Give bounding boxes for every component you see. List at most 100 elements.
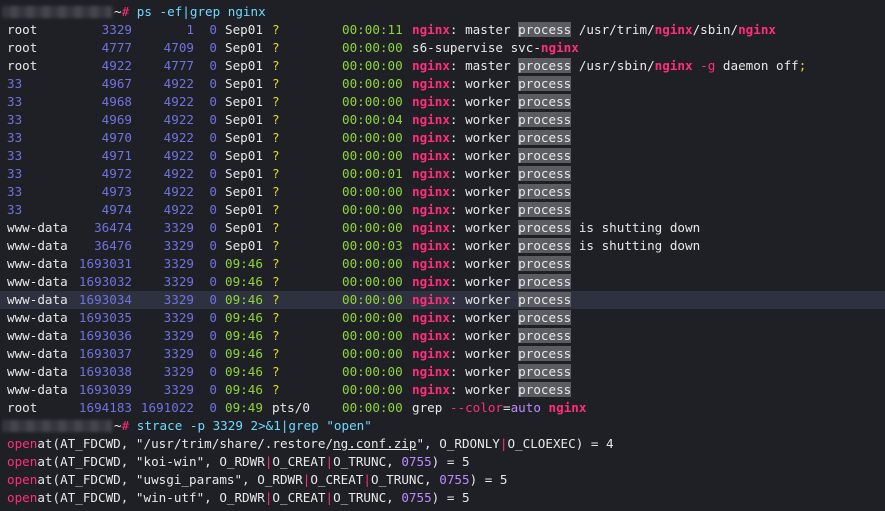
command-segment: process (518, 292, 572, 307)
process-cpu-time: 00:00:00 (342, 220, 403, 235)
process-command: nginx: worker process (412, 363, 572, 381)
process-command: nginx: master process /usr/trim/nginx/sb… (412, 21, 776, 39)
process-user: www-data (7, 238, 68, 253)
process-row[interactable]: root 4922 4777 0 Sep01? 00:00:00 nginx: master… (0, 57, 885, 75)
process-start-time: Sep01 (225, 40, 263, 55)
command-segment: nginx (412, 112, 450, 127)
process-ppid: 1 (186, 22, 194, 37)
redacted-hostname (2, 420, 112, 432)
prompt-line-ps: ~# ps -ef|grep nginx (0, 3, 885, 21)
process-command: nginx: worker process (412, 273, 572, 291)
syscall-segment: 0755 (401, 454, 432, 469)
process-row[interactable]: root 3329 1 0 Sep01? 00:00:11 nginx: master pr… (0, 21, 885, 39)
process-row[interactable]: www-data 1693031 3329 0 09:46? 00:00:00 nginx:… (0, 255, 885, 273)
process-cpu-time: 00:00:00 (342, 292, 403, 307)
syscall-segment: | (325, 454, 334, 469)
command-segment: nginx (412, 346, 450, 361)
process-ppid: 4922 (163, 94, 194, 109)
process-tty: ? (272, 364, 280, 379)
syscall-segment: | (363, 472, 371, 487)
process-row[interactable]: 33 4971 4922 0 Sep01? 00:00:00 nginx: worker p… (0, 147, 885, 165)
prompt-line-strace: ~# strace -p 3329 2>&1|grep "open" (0, 417, 885, 435)
process-row[interactable]: root 4777 4709 0 Sep01? 00:00:00 s6-supervise … (0, 39, 885, 57)
process-cpu: 0 (209, 292, 217, 307)
command-segment: process (518, 166, 572, 181)
process-start-time: 09:46 (225, 328, 263, 343)
process-row[interactable]: 33 4968 4922 0 Sep01? 00:00:00 nginx: worker p… (0, 93, 885, 111)
syscall-segment: open (7, 490, 38, 505)
syscall-segment: O_CLOEXEC) = 4 (507, 436, 614, 451)
process-command: nginx: worker process (412, 201, 572, 219)
process-row[interactable]: 33 4972 4922 0 Sep01? 00:00:01 nginx: worker p… (0, 165, 885, 183)
command-segment: auto (510, 400, 541, 415)
process-tty: ? (272, 220, 280, 235)
process-pid: 4970 (101, 130, 132, 145)
command-segment: : worker (449, 184, 519, 199)
process-command: nginx: worker process (412, 327, 572, 345)
syscall-segment: 0755 (401, 490, 432, 505)
process-start-time: Sep01 (225, 202, 263, 217)
command-segment: process (518, 238, 572, 253)
process-command: nginx: worker process (412, 75, 572, 93)
command-segment: /sbin/ (692, 22, 739, 37)
process-row[interactable]: 33 4969 4922 0 Sep01? 00:00:04 nginx: worker p… (0, 111, 885, 129)
process-cpu-time: 00:00:00 (342, 274, 403, 289)
process-tty: ? (272, 292, 280, 307)
syscall-segment: ng.conf.zip (333, 436, 417, 451)
process-cpu: 0 (209, 274, 217, 289)
process-row[interactable]: 33 4970 4922 0 Sep01? 00:00:00 nginx: worker p… (0, 129, 885, 147)
process-cpu: 0 (209, 328, 217, 343)
process-user: www-data (7, 256, 68, 271)
process-tty: ? (272, 130, 280, 145)
process-row[interactable]: www-data 36476 3329 0 Sep01? 00:00:03 nginx: w… (0, 237, 885, 255)
process-ppid: 4922 (163, 112, 194, 127)
process-pid: 36476 (94, 238, 132, 253)
process-command: nginx: worker process (412, 183, 572, 201)
process-cpu: 0 (209, 58, 217, 73)
syscall-segment: ) = 5 (431, 490, 470, 505)
process-user: www-data (7, 382, 68, 397)
process-row[interactable]: 33 4967 4922 0 Sep01? 00:00:00 nginx: worker p… (0, 75, 885, 93)
process-tty: ? (272, 22, 280, 37)
command-segment: : worker (449, 364, 519, 379)
strace-syscall: openat(AT_FDCWD, "koi-win", O_RDWR |O_CRE… (7, 453, 470, 471)
process-row[interactable]: www-data 1693038 3329 0 09:46? 00:00:00 nginx:… (0, 363, 885, 381)
process-row[interactable]: 33 4973 4922 0 Sep01? 00:00:00 nginx: worker p… (0, 183, 885, 201)
process-row[interactable]: www-data 1693039 3329 0 09:46? 00:00:00 nginx:… (0, 381, 885, 399)
process-row[interactable]: www-data 1693036 3329 0 09:46? 00:00:00 nginx:… (0, 327, 885, 345)
command-segment: process (518, 310, 572, 325)
command-text: ps -ef|grep nginx (136, 4, 266, 19)
process-ppid: 3329 (163, 310, 194, 325)
process-cpu: 0 (209, 238, 217, 253)
process-cpu: 0 (209, 364, 217, 379)
process-cpu-time: 00:00:00 (342, 382, 403, 397)
command-segment: nginx (412, 382, 450, 397)
process-cpu-time: 00:00:00 (342, 58, 403, 73)
command-segment: process (518, 382, 572, 397)
syscall-segment: | (325, 490, 334, 505)
command-segment: process (518, 220, 572, 235)
process-start-time: Sep01 (225, 112, 263, 127)
process-ppid: 3329 (163, 328, 194, 343)
process-cpu: 0 (209, 166, 217, 181)
process-row[interactable]: www-data 1693032 3329 0 09:46? 00:00:00 nginx:… (0, 273, 885, 291)
command-segment: process (518, 364, 572, 379)
process-pid: 1693031 (78, 256, 132, 271)
process-cpu-time: 00:00:00 (342, 202, 403, 217)
command-segment: process (518, 274, 572, 289)
process-row[interactable]: www-data 36474 3329 0 Sep01? 00:00:00 nginx: w… (0, 219, 885, 237)
process-user: www-data (7, 274, 68, 289)
process-row[interactable]: root 1694183 1691022 0 09:49 pts/0 00:00:00 gre… (0, 399, 885, 417)
process-tty: ? (272, 382, 280, 397)
process-ppid: 4922 (163, 202, 194, 217)
process-row[interactable]: www-data 1693034 3329 0 09:46? 00:00:00 nginx:… (0, 291, 885, 309)
process-row[interactable]: 33 4974 4922 0 Sep01? 00:00:00 nginx: worker p… (0, 201, 885, 219)
process-pid: 4922 (101, 58, 132, 73)
process-ppid: 1691022 (140, 400, 194, 415)
process-row[interactable]: www-data 1693035 3329 0 09:46? 00:00:00 nginx:… (0, 309, 885, 327)
syscall-segment: O_CREAT (272, 454, 326, 469)
process-row[interactable]: www-data 1693037 3329 0 09:46? 00:00:00 nginx:… (0, 345, 885, 363)
command-segment: : worker (449, 130, 519, 145)
terminal-window[interactable]: ~# ps -ef|grep nginx root 3329 1 0 Sep01? 00:… (0, 0, 885, 511)
command-segment: process (518, 130, 572, 145)
